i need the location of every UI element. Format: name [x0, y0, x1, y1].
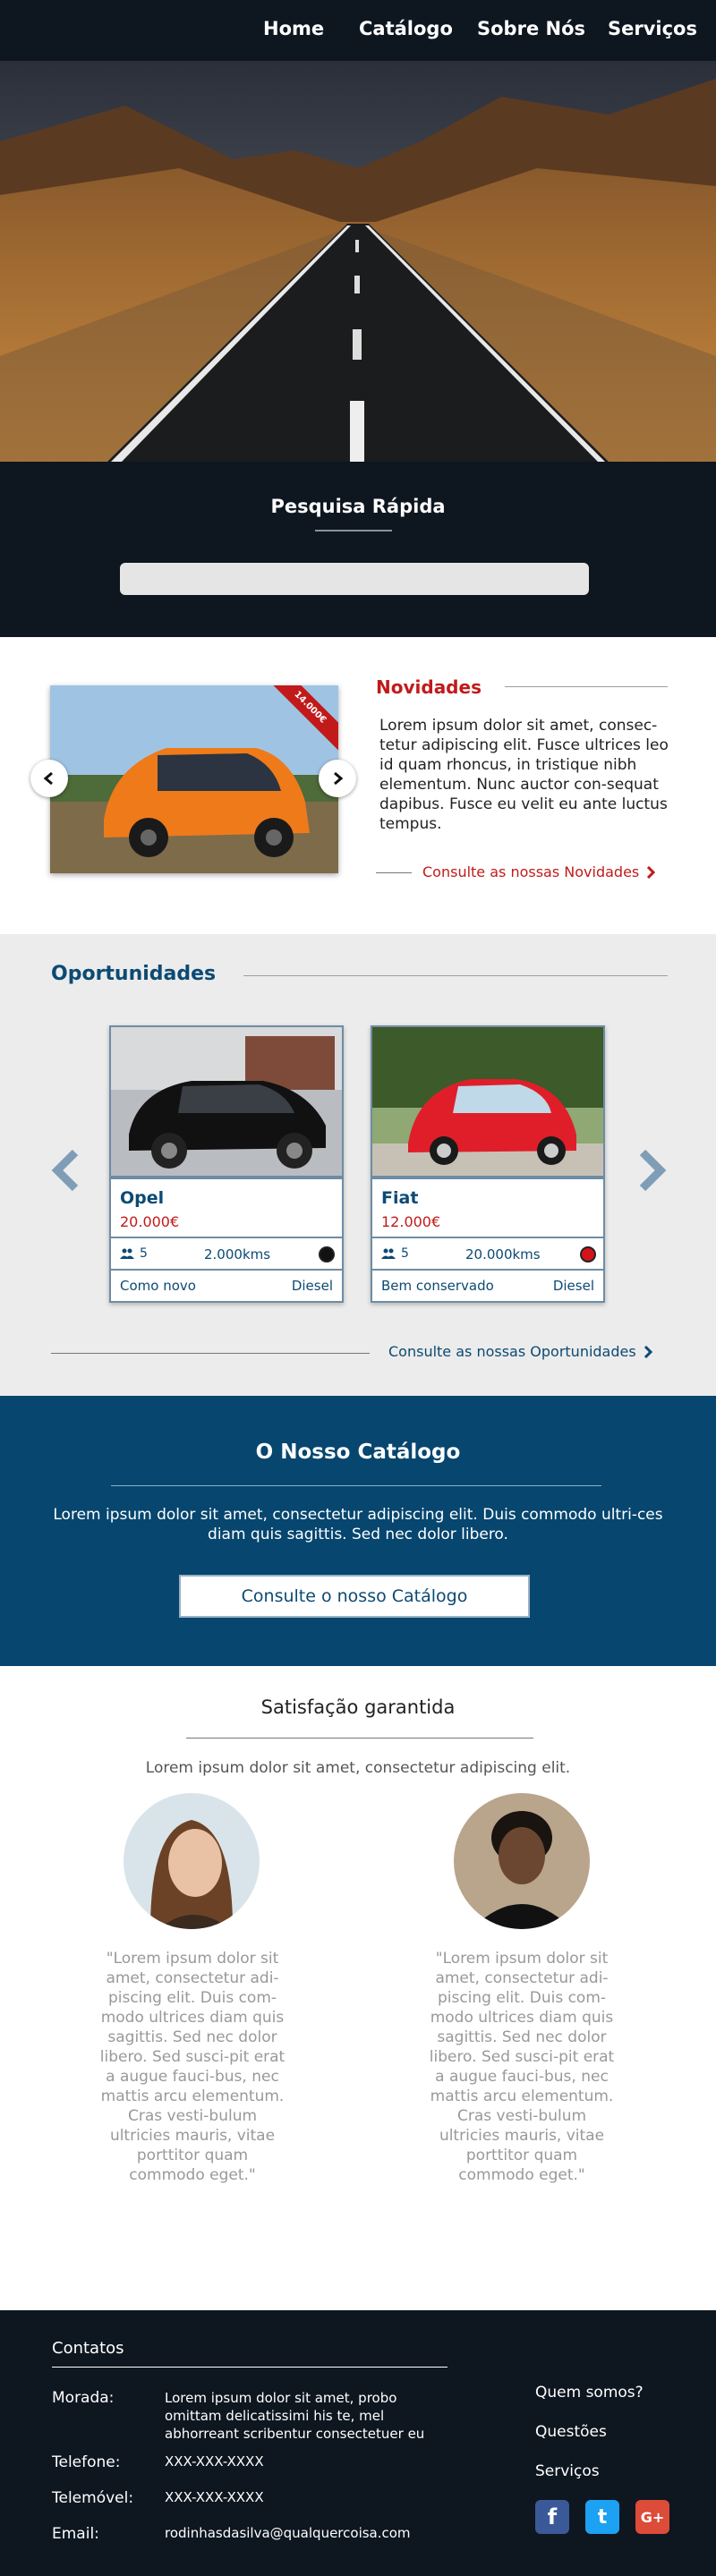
- contacts-title: Contatos: [52, 2339, 124, 2358]
- mobile-label: Telemóvel:: [52, 2489, 134, 2507]
- phone-label: Telefone:: [52, 2453, 121, 2471]
- news-prev-button[interactable]: [30, 760, 68, 797]
- news-car-image: 14.000€: [50, 685, 338, 873]
- opportunity-card-fiat[interactable]: Fiat 12.000€ 5 20.000kms Bem conservado …: [371, 1025, 605, 1303]
- catalog-title-divider: [111, 1485, 601, 1486]
- contacts-divider: [52, 2367, 448, 2368]
- nav-catalogo[interactable]: Catálogo: [359, 18, 453, 39]
- opportunities-link-label: Consulte as nossas Oportunidades: [388, 1343, 636, 1360]
- card-kms: 2.000kms: [204, 1246, 271, 1262]
- card-brand: Fiat: [381, 1188, 419, 1208]
- google-plus-icon[interactable]: G+: [635, 2500, 669, 2534]
- card-condition: Como novo: [120, 1278, 196, 1294]
- card-brand: Opel: [120, 1188, 165, 1208]
- footer-link-questions[interactable]: Questões: [535, 2423, 607, 2441]
- news-link[interactable]: Consulte as nossas Novidades: [422, 863, 656, 880]
- card-price: 20.000€: [120, 1213, 180, 1230]
- card-condition: Bem conservado: [381, 1278, 494, 1294]
- opportunities-link-divider: [51, 1353, 370, 1354]
- nav-servicos[interactable]: Serviços: [608, 18, 697, 39]
- news-title: Novidades: [376, 676, 482, 698]
- mobile-value: XXX-XXX-XXXX: [165, 2489, 264, 2505]
- card-seats: 5: [120, 1246, 148, 1261]
- search-title: Pesquisa Rápida: [270, 496, 446, 517]
- footer-link-about[interactable]: Quem somos?: [535, 2384, 644, 2402]
- catalog-button[interactable]: Consulte o nosso Catálogo: [179, 1575, 530, 1618]
- twitter-icon[interactable]: t: [585, 2500, 619, 2534]
- search-title-divider: [315, 530, 392, 531]
- opportunities-link[interactable]: Consulte as nossas Oportunidades: [388, 1343, 652, 1360]
- hero-road-image: [0, 61, 716, 462]
- catalog-section: O Nosso Catálogo Lorem ipsum dolor sit a…: [0, 1396, 716, 1666]
- testimonial-quote: "Lorem ipsum dolor sit amet, consectetur…: [99, 1950, 286, 2184]
- news-link-divider: [376, 872, 412, 873]
- footer: Contatos Morada: Lorem ipsum dolor sit a…: [0, 2310, 716, 2576]
- address-value: Lorem ipsum dolor sit amet, probo omitta…: [165, 2390, 425, 2442]
- email-value[interactable]: rodinhasdasilva@qualquercoisa.com: [165, 2525, 411, 2541]
- opportunities-prev-arrow-icon[interactable]: [50, 1149, 81, 1192]
- testimonials-section: Satisfação garantida Lorem ipsum dolor s…: [0, 1666, 716, 2310]
- avatar: [124, 1793, 260, 1929]
- top-navigation: Home Catálogo Sobre Nós Serviços: [0, 0, 716, 61]
- footer-link-services[interactable]: Serviços: [535, 2462, 600, 2480]
- catalog-text: Lorem ipsum dolor sit amet, consectetur …: [53, 1506, 663, 1543]
- chevron-left-icon: [43, 771, 53, 786]
- chevron-right-icon: [334, 771, 344, 786]
- nav-home[interactable]: Home: [263, 18, 324, 39]
- chevron-right-icon: [647, 865, 656, 879]
- news-link-label: Consulte as nossas Novidades: [422, 863, 640, 880]
- email-label: Email:: [52, 2525, 99, 2543]
- news-text: Lorem ipsum dolor sit amet, consec-tetur…: [379, 717, 669, 833]
- testimonials-title: Satisfação garantida: [260, 1696, 456, 1718]
- catalog-title: O Nosso Catálogo: [255, 1441, 461, 1464]
- people-icon: [120, 1248, 134, 1259]
- card-seats-value: 5: [401, 1246, 409, 1261]
- search-input[interactable]: [120, 563, 589, 595]
- facebook-icon[interactable]: f: [535, 2500, 569, 2534]
- avatar: [454, 1793, 590, 1929]
- phone-value: XXX-XXX-XXXX: [165, 2453, 264, 2470]
- opportunity-card-opel[interactable]: Opel 20.000€ 5 2.000kms Como novo Diesel: [109, 1025, 344, 1303]
- opportunities-title-divider: [243, 975, 668, 976]
- card-info-row: 5 20.000kms: [372, 1237, 603, 1271]
- card-color-dot: [580, 1246, 596, 1262]
- opportunities-title: Oportunidades: [51, 963, 217, 985]
- card-divider: [111, 1176, 342, 1179]
- address-label: Morada:: [52, 2389, 115, 2407]
- opportunities-next-arrow-icon[interactable]: [637, 1149, 668, 1192]
- card-divider: [372, 1176, 603, 1179]
- people-icon: [381, 1248, 396, 1259]
- testimonial-quote: "Lorem ipsum dolor sit amet, consectetur…: [429, 1950, 615, 2184]
- card-info-row: 5 2.000kms: [111, 1237, 342, 1271]
- card-kms: 20.000kms: [465, 1246, 541, 1262]
- testimonials-title-divider: [186, 1738, 533, 1739]
- card-color-dot: [319, 1246, 335, 1262]
- card-price: 12.000€: [381, 1213, 441, 1230]
- nav-sobre-nos[interactable]: Sobre Nós: [477, 18, 585, 39]
- news-title-divider: [505, 686, 668, 687]
- chevron-right-icon: [644, 1345, 652, 1358]
- opportunities-section: Oportunidades Opel 20.000€ 5 2.000kms Co…: [0, 934, 716, 1396]
- testimonials-subtitle: Lorem ipsum dolor sit amet, consectetur …: [145, 1759, 571, 1777]
- news-section: 14.000€ Novidades Lorem ipsum dolor sit …: [0, 637, 716, 934]
- card-seats: 5: [381, 1246, 409, 1261]
- opel-car-image: [111, 1027, 342, 1176]
- quick-search-section: Pesquisa Rápida: [0, 462, 716, 637]
- card-fuel: Diesel: [552, 1278, 594, 1294]
- card-fuel: Diesel: [291, 1278, 333, 1294]
- card-seats-value: 5: [140, 1246, 148, 1261]
- fiat-car-image: [372, 1027, 603, 1176]
- news-next-button[interactable]: [319, 760, 356, 797]
